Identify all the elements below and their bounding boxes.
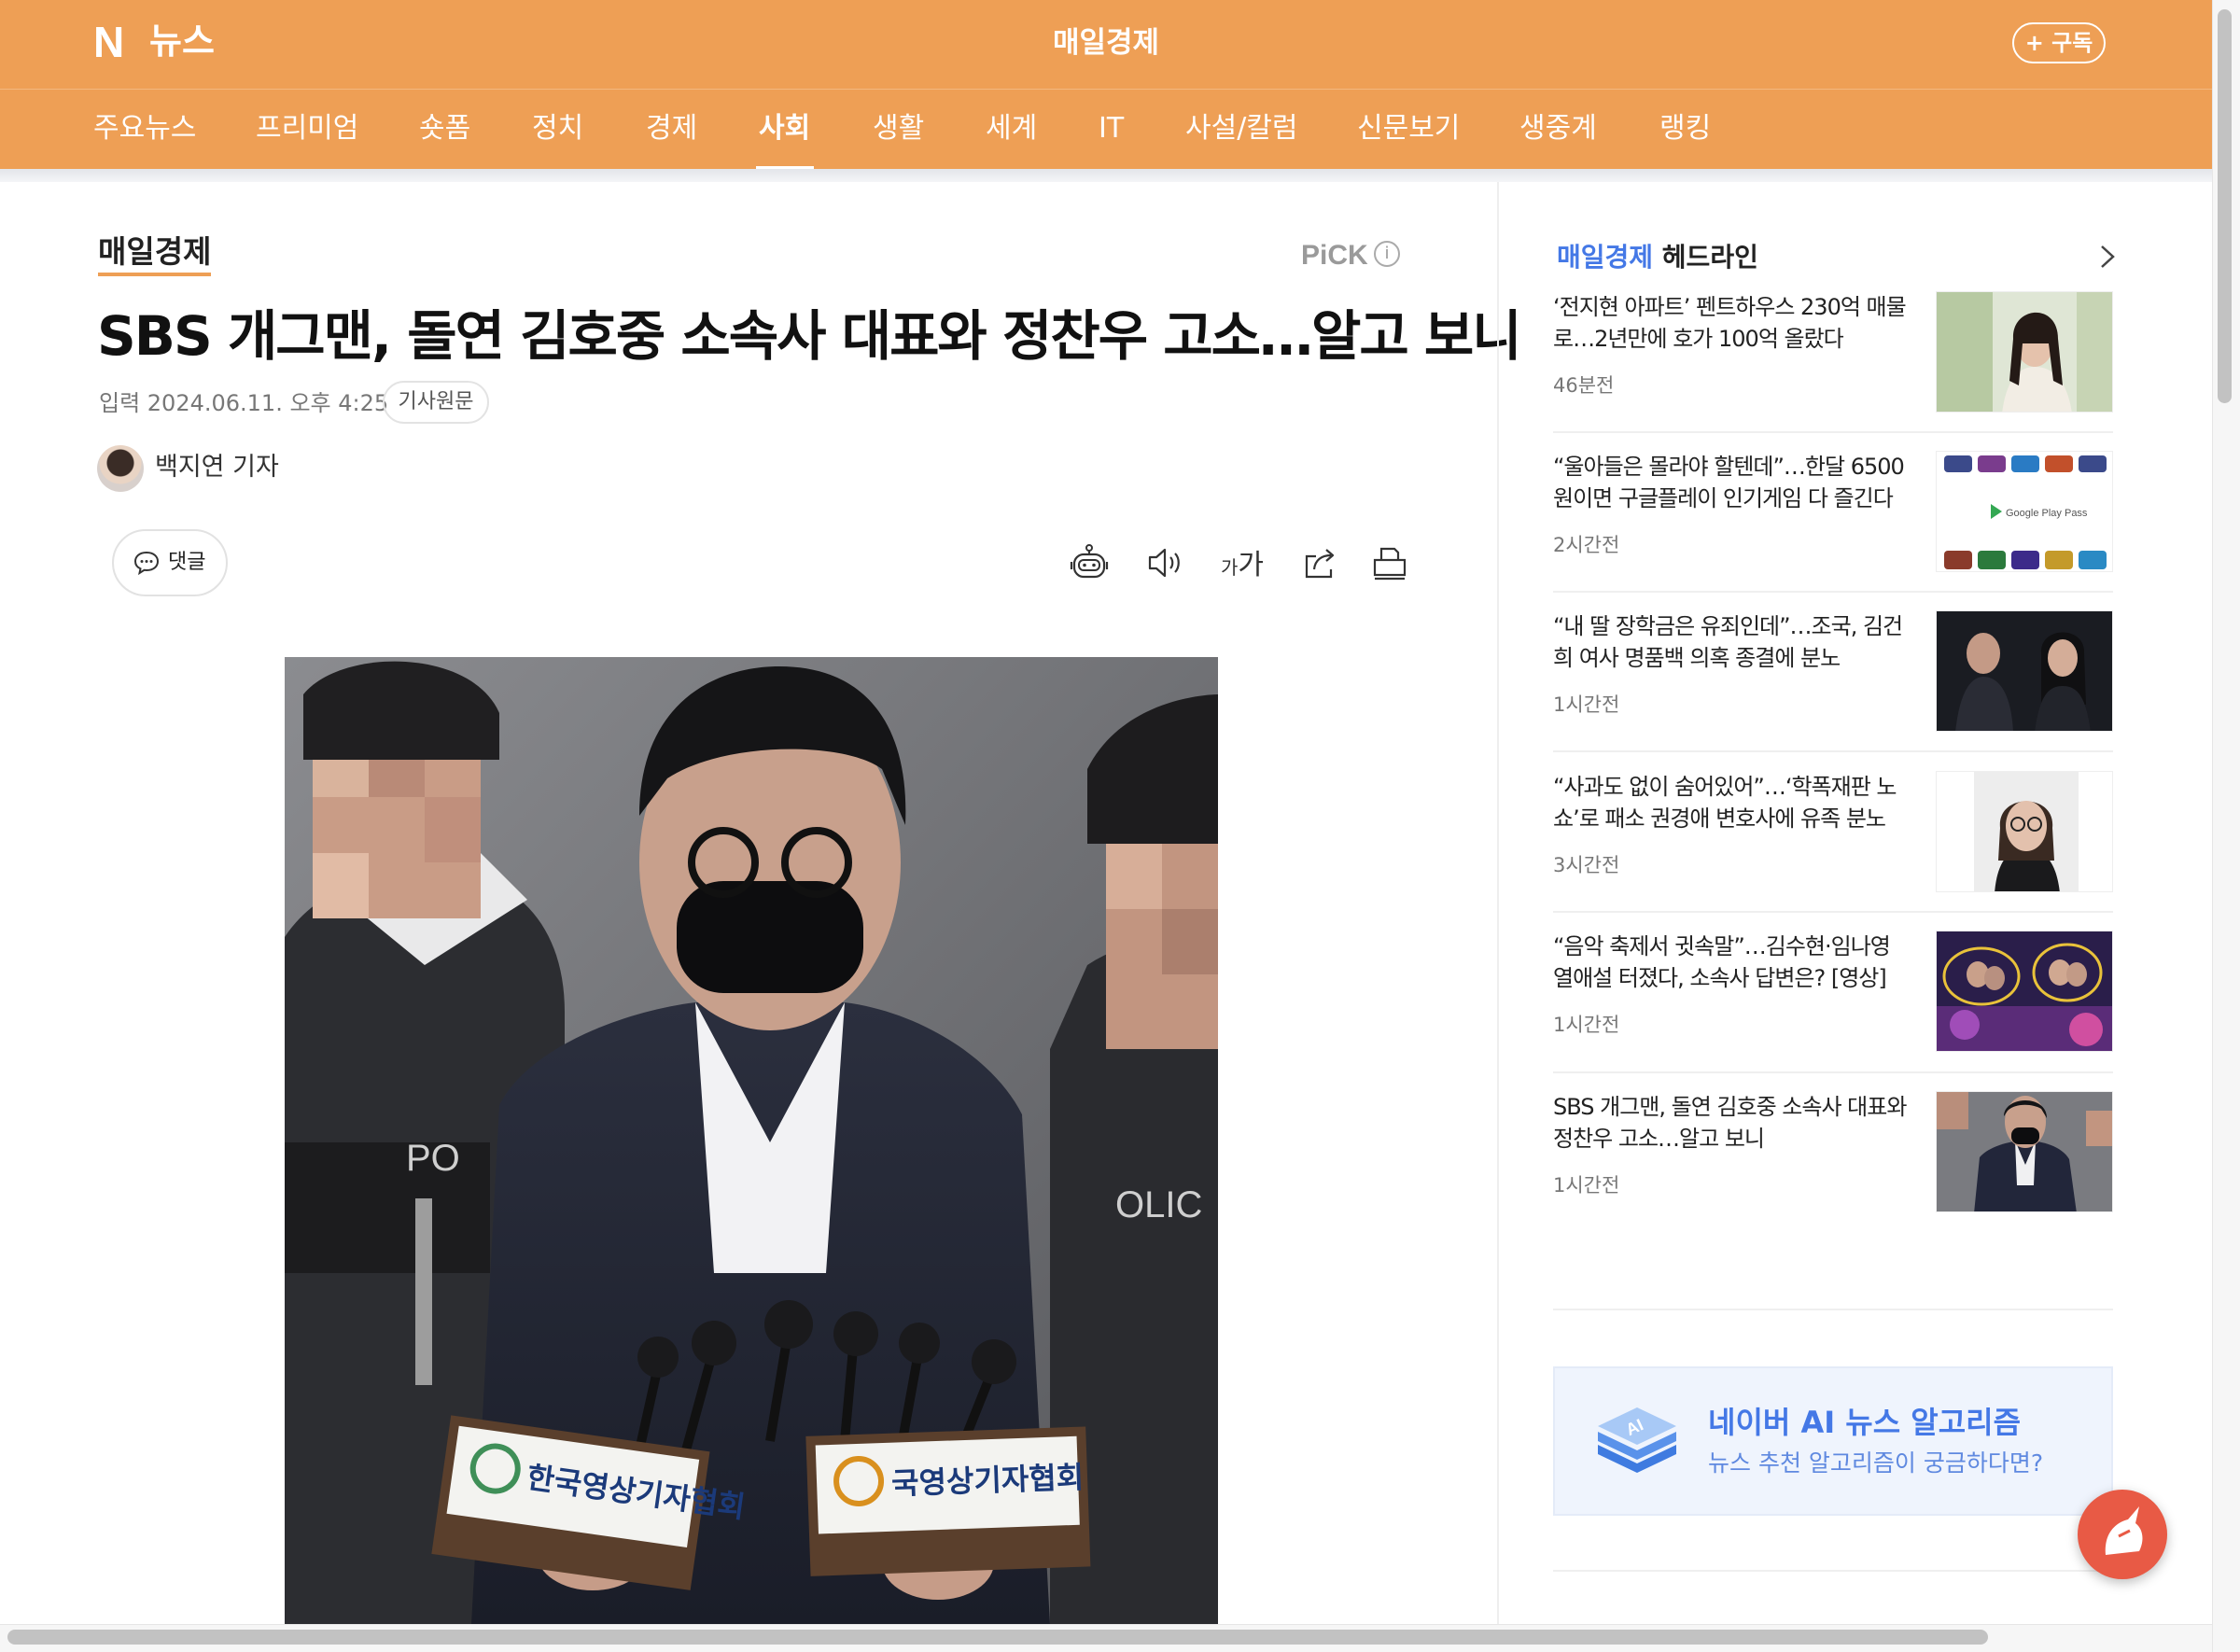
header-shadow — [0, 169, 2212, 182]
font-big-glyph: 가 — [1238, 549, 1265, 581]
headline-item[interactable]: “내 딸 장학금은 유죄인데”…조국, 김건희 여사 명품백 의혹 종결에 분노… — [1553, 610, 2113, 769]
pick-label: PiCK — [1301, 240, 1368, 271]
robot-icon — [1070, 544, 1109, 579]
top-header: N 뉴스 매일경제 + 구독 — [0, 0, 2212, 89]
article-dateline: 입력 2024.06.11. 오후 4:25 — [99, 390, 389, 416]
font-small-glyph: 가 — [1221, 556, 1239, 579]
headline-item-title: ‘전지현 아파트’ 펜트하우스 230억 매물로…2년만에 호가 100억 올랐… — [1553, 294, 1907, 352]
ai-banner-subtitle: 뉴스 추천 알고리즘이 궁금하다면? — [1708, 1449, 2044, 1477]
headline-item-time: 2시간전 — [1553, 534, 1620, 556]
section-separator — [1553, 1309, 2113, 1310]
section-separator — [1553, 1570, 2113, 1572]
headline-item-time: 1시간전 — [1553, 693, 1620, 716]
unicorn-icon — [2105, 1506, 2143, 1555]
headline-item-time: 1시간전 — [1553, 1014, 1620, 1036]
headline-item[interactable]: “사과도 없이 숨어있어”…‘학폭재판 노쇼’로 패소 권경애 변호사에 유족 … — [1553, 771, 2113, 930]
text-to-speech-button[interactable] — [1144, 541, 1187, 584]
sidebar-title-rest: 헤드라인 — [1653, 242, 1758, 273]
ai-layers-icon: AI — [1598, 1407, 1676, 1473]
headline-item-time: 1시간전 — [1553, 1174, 1620, 1197]
nav-item-shortform[interactable]: 숏폼 — [419, 108, 470, 149]
nav-item-life[interactable]: 생활 — [873, 108, 924, 149]
headline-item-thumbnail — [1936, 771, 2113, 892]
item-separator — [1553, 591, 2113, 593]
photo-illustration: PO OLIC 한국영상기자협회 국영상기자협회 — [285, 657, 1218, 1624]
item-separator — [1553, 1071, 2113, 1073]
headline-item-thumbnail — [1936, 1091, 2113, 1212]
share-icon — [1305, 549, 1335, 579]
article-headline: SBS 개그맨, 돌연 김호중 소속사 대표와 정찬우 고소…알고 보니 — [97, 304, 1522, 368]
ai-algorithm-banner[interactable]: AI 네이버 AI 뉴스 알고리즘 뉴스 추천 알고리즘이 궁금하다면? — [1553, 1366, 2113, 1516]
sidebar-title-press: 매일경제 — [1557, 242, 1654, 273]
google-play-pass-text: Google Play Pass — [2006, 508, 2088, 519]
svg-text:OLIC: OLIC — [1115, 1184, 1202, 1225]
nav-item-editorial[interactable]: 사설/칼럼 — [1185, 108, 1298, 149]
comment-label: 댓글 — [168, 551, 206, 574]
font-size-button[interactable]: 가가 — [1221, 547, 1264, 588]
print-icon — [1373, 547, 1407, 581]
headline-item-time: 46분전 — [1553, 374, 1615, 397]
nav-item-live[interactable]: 생중계 — [1519, 108, 1597, 149]
nav-item-economy[interactable]: 경제 — [646, 108, 697, 149]
headline-item-time: 3시간전 — [1553, 854, 1620, 876]
nav-item-world[interactable]: 세계 — [986, 108, 1037, 149]
article-press-name[interactable]: 매일경제 — [98, 231, 212, 276]
item-separator — [1553, 911, 2113, 913]
headline-item-title: “내 딸 장학금은 유죄인데”…조국, 김건희 여사 명품백 의혹 종결에 분노 — [1553, 613, 1903, 671]
info-icon[interactable]: i — [1374, 241, 1400, 267]
headline-item-title: “울아들은 몰라야 할텐데”…한달 6500원이면 구글플레이 인기게임 다 즐… — [1553, 454, 1905, 511]
sidebar-title[interactable]: 매일경제 헤드라인 — [1557, 239, 1758, 276]
item-separator — [1553, 750, 2113, 752]
subscribe-button[interactable]: + 구독 — [2012, 22, 2106, 63]
vertical-scrollbar-thumb[interactable] — [2218, 9, 2232, 403]
nav-item-ranking[interactable]: 랭킹 — [1659, 108, 1711, 149]
nav-item-premium[interactable]: 프리미엄 — [256, 108, 358, 149]
nav-item-main[interactable]: 주요뉴스 — [93, 108, 196, 149]
headline-item-title: SBS 개그맨, 돌연 김호중 소속사 대표와 정찬우 고소…알고 보니 — [1553, 1094, 1907, 1152]
article-photo[interactable]: PO OLIC 한국영상기자협회 국영상기자협회 — [285, 657, 1218, 1624]
headline-item-title: “사과도 없이 숨어있어”…‘학폭재판 노쇼’로 패소 권경애 변호사에 유족 … — [1553, 774, 1897, 832]
headline-item[interactable]: “음악 축제서 귓속말”…김수현·임나영 열애설 터졌다, 소속사 답변은? [… — [1553, 931, 2113, 1089]
column-divider — [1497, 182, 1499, 1624]
headline-item[interactable]: “울아들은 몰라야 할텐데”…한달 6500원이면 구글플레이 인기게임 다 즐… — [1553, 451, 2113, 609]
speaker-icon — [1148, 548, 1180, 578]
nav-item-society[interactable]: 사회 — [759, 108, 810, 149]
headline-item-thumbnail: Google Play Pass — [1936, 451, 2113, 572]
item-separator — [1553, 431, 2113, 433]
reporter-name[interactable]: 백지연 기자 — [155, 449, 279, 486]
svg-text:PO: PO — [406, 1138, 460, 1179]
nav-item-politics[interactable]: 정치 — [532, 108, 583, 149]
horizontal-scrollbar-thumb[interactable] — [7, 1630, 1988, 1645]
summary-bot-button[interactable] — [1068, 541, 1111, 584]
category-nav: 주요뉴스 프리미엄 숏폼 정치 경제 사회 생활 세계 IT 사설/칼럼 신문보… — [0, 89, 2212, 170]
press-title[interactable]: 매일경제 — [0, 22, 2212, 63]
reporter-avatar[interactable] — [97, 445, 144, 492]
podium-right-text: 국영상기자협회 — [891, 1460, 1085, 1502]
floating-action-button[interactable] — [2078, 1490, 2167, 1579]
share-button[interactable] — [1299, 541, 1342, 584]
headline-item[interactable]: SBS 개그맨, 돌연 김호중 소속사 대표와 정찬우 고소…알고 보니 1시간… — [1553, 1091, 2113, 1250]
headline-item-thumbnail — [1936, 291, 2113, 413]
headline-item-title: “음악 축제서 귓속말”…김수현·임나영 열애설 터졌다, 소속사 답변은? [… — [1553, 933, 1891, 991]
headline-item-thumbnail — [1936, 931, 2113, 1052]
chevron-right-icon[interactable] — [2096, 241, 2119, 273]
comment-button[interactable]: 댓글 — [112, 529, 228, 596]
ai-banner-title: 네이버 AI 뉴스 알고리즘 — [1708, 1405, 2022, 1440]
nav-item-it[interactable]: IT — [1099, 108, 1124, 149]
comment-bubble-icon — [133, 551, 160, 576]
original-article-button[interactable]: 기사원문 — [383, 381, 489, 424]
nav-item-newspaper[interactable]: 신문보기 — [1357, 108, 1460, 149]
headline-item-thumbnail — [1936, 610, 2113, 732]
headline-item[interactable]: ‘전지현 아파트’ 펜트하우스 230억 매물로…2년만에 호가 100억 올랐… — [1553, 291, 2113, 450]
print-button[interactable] — [1368, 541, 1411, 584]
